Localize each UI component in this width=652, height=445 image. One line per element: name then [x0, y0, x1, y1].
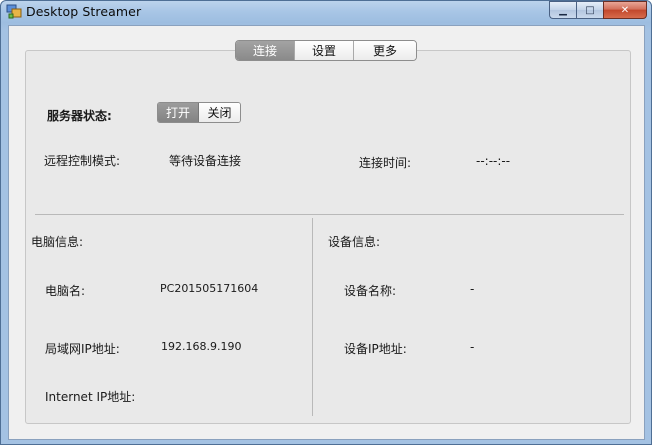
device-name-label: 设备名称:	[344, 284, 397, 298]
tab-more[interactable]: 更多	[354, 41, 416, 60]
device-info-heading: 设备信息:	[328, 235, 381, 249]
internet-ip-label: Internet IP地址:	[45, 390, 136, 404]
window-title: Desktop Streamer	[26, 4, 142, 19]
computer-info-heading: 电脑信息:	[31, 235, 84, 249]
minimize-button[interactable]: ▁	[549, 1, 576, 19]
lan-ip-label: 局域网IP地址:	[45, 342, 120, 356]
title-bar[interactable]: Desktop Streamer ▁ □ ✕	[1, 1, 651, 23]
server-toggle: 打开 关闭	[157, 102, 241, 123]
connect-time-label: 连接时间:	[359, 156, 412, 170]
client-area: 连接 设置 更多 服务器状态: 打开 关闭 远程控制模式: 等待设备连接 连接时…	[8, 25, 645, 440]
lan-ip-value: 192.168.9.190	[161, 340, 242, 353]
server-on-button[interactable]: 打开	[158, 103, 199, 122]
divider-horizontal	[35, 214, 624, 215]
server-off-button[interactable]: 关闭	[199, 103, 240, 122]
app-icon	[6, 4, 22, 19]
tab-settings[interactable]: 设置	[295, 41, 354, 60]
divider-vertical	[312, 218, 313, 416]
device-ip-value: -	[470, 340, 475, 354]
connect-time-value: --:--:--	[476, 154, 511, 168]
close-button[interactable]: ✕	[603, 1, 647, 19]
app-window: Desktop Streamer ▁ □ ✕ 连接 设置 更多 服务器状态: 打…	[0, 0, 652, 445]
window-controls: ▁ □ ✕	[549, 1, 647, 19]
device-name-value: -	[470, 282, 475, 296]
maximize-button[interactable]: □	[576, 1, 603, 19]
server-status-label: 服务器状态:	[47, 109, 112, 123]
remote-mode-value: 等待设备连接	[169, 154, 242, 168]
tab-connect[interactable]: 连接	[236, 41, 295, 60]
computer-name-label: 电脑名:	[45, 284, 86, 298]
tab-bar: 连接 设置 更多	[235, 40, 417, 61]
device-ip-label: 设备IP地址:	[344, 342, 407, 356]
remote-mode-label: 远程控制模式:	[44, 154, 121, 168]
computer-name-value: PC201505171604	[160, 282, 259, 295]
